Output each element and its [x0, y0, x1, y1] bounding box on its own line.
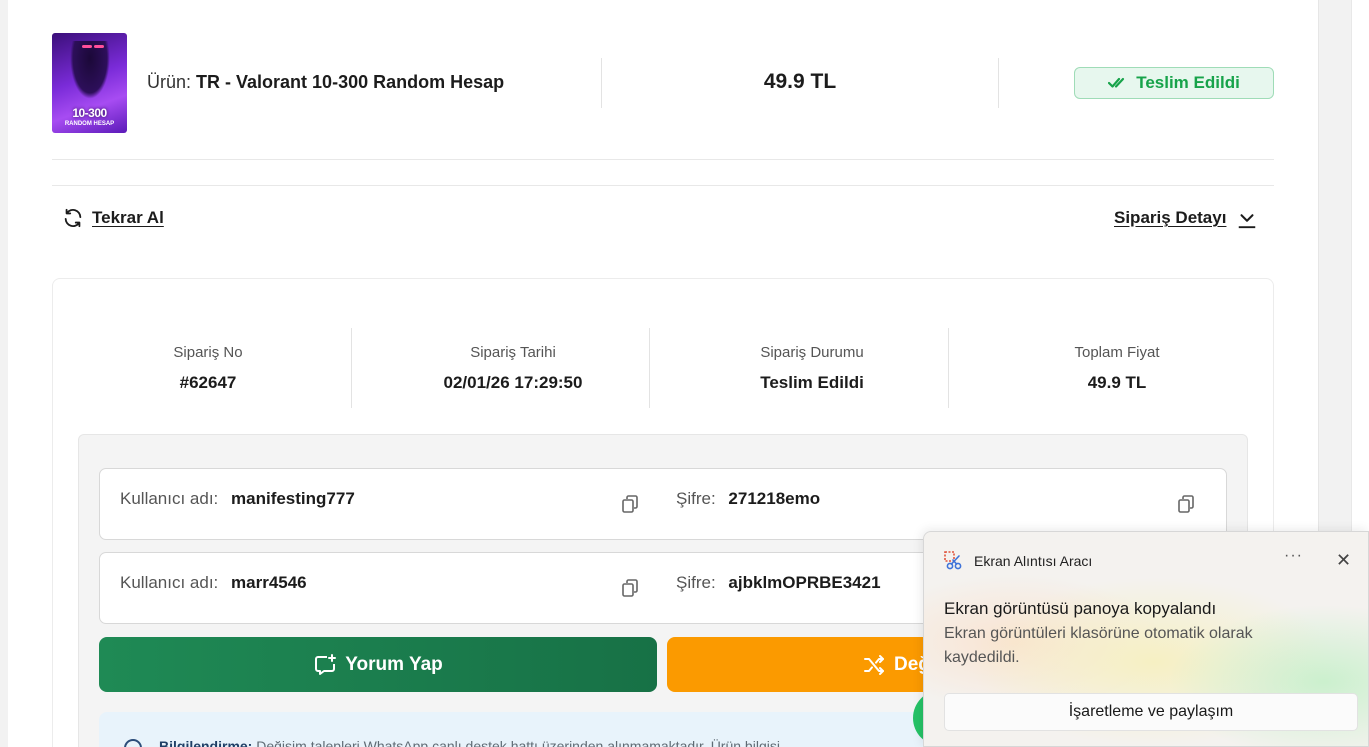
password-value: ajbklmOPRBE3421: [728, 573, 881, 592]
divider: [52, 185, 1274, 186]
username-value: marr4546: [231, 573, 307, 592]
stat-total-price: Toplam Fiyat 49.9 TL: [987, 344, 1247, 393]
stat-order-date: Sipariş Tarihi 02/01/26 17:29:50: [383, 344, 643, 393]
toast-body: Ekran görüntüleri klasörüne otomatik ola…: [944, 625, 1253, 666]
product-price: 49.9 TL: [763, 70, 837, 93]
order-detail-toggle[interactable]: Sipariş Detayı: [1114, 207, 1258, 229]
password-label: Şifre:: [676, 573, 716, 592]
status-text: Teslim Edildi: [1136, 73, 1240, 92]
username-value: manifesting777: [231, 489, 355, 508]
chevron-down-icon: [1239, 214, 1256, 229]
stat-label: Toplam Fiyat: [1074, 344, 1160, 361]
comment-button-label: Yorum Yap: [345, 653, 443, 675]
info-message: Değişim talepleri WhatsApp canlı destek …: [256, 738, 780, 747]
copy-icon[interactable]: [622, 579, 638, 597]
toast-title: Ekran görüntüsü panoya kopyalandı: [944, 599, 1217, 618]
more-options-icon[interactable]: ···: [1284, 547, 1303, 565]
stat-label: Sipariş Tarihi: [470, 344, 556, 361]
password-field: Şifre: ajbklmOPRBE3421: [676, 573, 881, 593]
divider: [649, 328, 650, 408]
comment-button[interactable]: Yorum Yap: [99, 637, 657, 692]
snipping-tool-icon: [944, 551, 962, 570]
snipping-tool-notification[interactable]: Ekran Alıntısı Aracı ··· ✕ Ekran görüntü…: [923, 531, 1369, 747]
stat-value: 49.9 TL: [1087, 373, 1147, 392]
password-label: Şifre:: [676, 489, 716, 508]
username-field: Kullanıcı adı: manifesting777: [120, 489, 355, 509]
divider: [948, 328, 949, 408]
comment-plus-icon: [315, 653, 337, 675]
credential-row: Kullanıcı adı: manifesting777 Şifre: 271…: [99, 468, 1227, 540]
stat-value: #62647: [179, 373, 237, 392]
refresh-icon: [64, 208, 82, 228]
password-field: Şifre: 271218emo: [676, 489, 820, 509]
thumb-eye-right: [94, 45, 104, 48]
thumb-title: 10-300: [72, 106, 107, 120]
thumb-character: [70, 41, 110, 99]
double-check-icon: [1108, 77, 1125, 88]
stat-value: Teslim Edildi: [760, 373, 864, 392]
divider: [601, 58, 602, 108]
close-icon[interactable]: ✕: [1336, 550, 1351, 571]
copy-icon[interactable]: [622, 495, 638, 513]
stat-label: Sipariş No: [173, 344, 243, 361]
copy-icon[interactable]: [1178, 495, 1194, 513]
toast-app-name: Ekran Alıntısı Aracı: [974, 553, 1093, 569]
stat-label: Sipariş Durumu: [760, 344, 864, 361]
thumb-eye-left: [82, 45, 92, 48]
info-icon: [124, 739, 142, 747]
product-thumbnail: 10-300 RANDOM HESAP: [52, 33, 127, 133]
stat-value: 02/01/26 17:29:50: [443, 373, 583, 392]
divider: [351, 328, 352, 408]
product-name-label: Ürün: TR - Valorant 10-300 Random Hesap: [147, 72, 504, 93]
username-label: Kullanıcı adı:: [120, 489, 219, 508]
product-name: TR - Valorant 10-300 Random Hesap: [196, 72, 505, 92]
username-field: Kullanıcı adı: marr4546: [120, 573, 307, 593]
username-label: Kullanıcı adı:: [120, 573, 219, 592]
stat-order-status: Sipariş Durumu Teslim Edildi: [682, 344, 942, 393]
password-value: 271218emo: [728, 489, 821, 508]
markup-and-share-button[interactable]: İşaretleme ve paylaşım: [944, 693, 1358, 731]
order-detail-label: Sipariş Detayı: [1114, 208, 1227, 227]
shuffle-icon: [864, 654, 884, 675]
status-badge: Teslim Edildi: [1074, 67, 1274, 99]
divider: [998, 58, 999, 108]
thumb-subtitle: RANDOM HESAP: [64, 121, 115, 127]
reorder-button[interactable]: Tekrar Al: [62, 207, 164, 229]
info-text: Bilgilendirme: Değişim talepleri WhatsAp…: [159, 738, 780, 747]
reorder-label: Tekrar Al: [92, 208, 164, 227]
product-label-prefix: Ürün:: [147, 72, 192, 92]
info-label: Bilgilendirme:: [159, 738, 253, 747]
stat-order-no: Sipariş No #62647: [78, 344, 338, 393]
divider: [52, 159, 1274, 160]
